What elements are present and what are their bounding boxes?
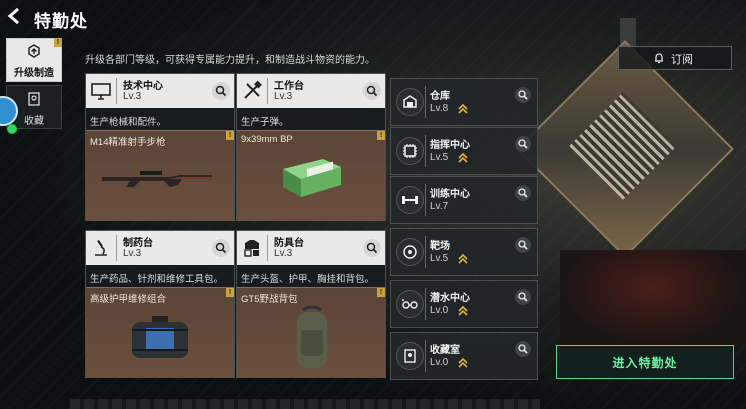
- alert-badge: !: [54, 38, 62, 47]
- card-header: 工作台 Lv.3: [237, 74, 385, 108]
- craft-item-name: 9x39mm BP: [241, 134, 293, 145]
- search-icon[interactable]: [515, 87, 531, 103]
- facility-command-center[interactable]: 指挥中心 Lv.5: [390, 127, 538, 175]
- facility-level: Lv.7: [430, 201, 449, 212]
- repair-kit-image: [132, 316, 188, 358]
- page-description: 升级各部门等级，可获得专属能力提升，和制造战斗物资的能力。: [85, 55, 375, 66]
- trophy-icon: [396, 342, 424, 370]
- alert-badge: !: [226, 131, 234, 140]
- craft-item-slot[interactable]: GT5野战背包 !: [237, 287, 385, 378]
- card-description: 生产枪械和配件。: [90, 117, 167, 128]
- search-icon[interactable]: [212, 239, 230, 257]
- facility-shooting-range[interactable]: 靶场 Lv.5: [390, 228, 538, 276]
- header: 特勤处: [0, 0, 746, 34]
- craft-item-name: GT5野战背包: [241, 294, 298, 305]
- tab-upgrade[interactable]: 升级制造 !: [6, 38, 62, 82]
- page-title: 特勤处: [34, 12, 88, 31]
- upgrade-arrow-icon: [458, 152, 468, 164]
- card-pharmacy[interactable]: 制药台 Lv.3 生产药品、针剂和维修工具包。 高级护甲维修组合 !: [85, 230, 235, 378]
- alert-badge: !: [377, 288, 385, 297]
- search-icon[interactable]: [363, 82, 381, 100]
- footer-decoration: [70, 399, 540, 409]
- backpack-image: [297, 305, 327, 368]
- card-header: 防具台 Lv.3: [237, 231, 385, 265]
- scene-floor-glow: [560, 250, 746, 345]
- online-status-dot: [7, 124, 17, 134]
- card-name: 技术中心: [123, 81, 163, 92]
- upgrade-arrow-icon: [458, 357, 468, 369]
- back-arrow-icon[interactable]: [6, 7, 24, 27]
- card-description: 生产药品、针剂和维修工具包。: [90, 274, 224, 285]
- search-icon[interactable]: [515, 237, 531, 253]
- warehouse-icon: [396, 88, 424, 116]
- alert-badge: !: [377, 131, 385, 140]
- search-icon[interactable]: [363, 239, 381, 257]
- facility-name: 仓库: [430, 91, 450, 102]
- chip-icon: [396, 137, 424, 165]
- facility-collection-room[interactable]: 收藏室 Lv.0: [390, 332, 538, 380]
- card-description: 生产头盔、护甲、胸挂和背包。: [241, 274, 375, 285]
- craft-item-name: M14精准射手步枪: [90, 137, 166, 148]
- facility-level: Lv.0: [430, 357, 449, 368]
- card-description: 生产子弹。: [241, 117, 289, 128]
- facility-level: Lv.8: [430, 103, 449, 114]
- card-workbench[interactable]: 工作台 Lv.3 生产子弹。 9x39mm BP !: [236, 73, 386, 221]
- enter-special-ops-button[interactable]: 进入特勤处: [556, 345, 734, 379]
- target-icon: [396, 238, 424, 266]
- enter-button-label: 进入特勤处: [612, 356, 678, 370]
- facility-training-center[interactable]: 训练中心 Lv.7: [390, 176, 538, 224]
- facility-name: 训练中心: [430, 189, 470, 200]
- rifle-image: [102, 171, 212, 187]
- bell-icon: [653, 52, 665, 64]
- search-icon[interactable]: [515, 341, 531, 357]
- facility-diving-center[interactable]: 潜水中心 Lv.0: [390, 280, 538, 328]
- subscribe-label: 订阅: [671, 54, 693, 66]
- card-name: 防具台: [274, 238, 304, 249]
- monitor-icon: [90, 80, 112, 102]
- facility-level: Lv.0: [430, 305, 449, 316]
- upgrade-icon: [27, 44, 41, 58]
- search-icon[interactable]: [515, 185, 531, 201]
- craft-item-slot[interactable]: M14精准射手步枪 !: [86, 130, 234, 221]
- card-level: Lv.3: [274, 91, 293, 102]
- facility-name: 潜水中心: [430, 293, 470, 304]
- card-name: 工作台: [274, 81, 304, 92]
- upgrade-arrow-icon: [458, 253, 468, 265]
- card-header: 制药台 Lv.3: [86, 231, 234, 265]
- search-icon[interactable]: [212, 82, 230, 100]
- facility-name: 靶场: [430, 241, 450, 252]
- dumbbell-icon: [396, 186, 424, 214]
- card-header: 技术中心 Lv.3: [86, 74, 234, 108]
- ammo-box-image: [283, 159, 341, 197]
- microscope-icon: [90, 237, 112, 259]
- facility-name: 指挥中心: [430, 140, 470, 151]
- bookmark-icon: [27, 92, 41, 106]
- card-level: Lv.3: [274, 248, 293, 259]
- tab-label: 升级制造: [14, 68, 54, 79]
- craft-item-name: 高级护甲维修组合: [90, 294, 167, 305]
- armor-icon: [241, 237, 263, 259]
- upgrade-arrow-icon: [458, 305, 468, 317]
- upgrade-arrow-icon: [458, 103, 468, 115]
- subscribe-button[interactable]: 订阅: [618, 46, 732, 70]
- facility-level: Lv.5: [430, 253, 449, 264]
- facility-level: Lv.5: [430, 152, 449, 163]
- tools-icon: [241, 80, 263, 102]
- card-level: Lv.3: [123, 248, 142, 259]
- craft-item-slot[interactable]: 9x39mm BP !: [237, 130, 385, 221]
- craft-item-slot[interactable]: 高级护甲维修组合 !: [86, 287, 234, 378]
- facility-warehouse[interactable]: 仓库 Lv.8: [390, 78, 538, 126]
- card-armor-bench[interactable]: 防具台 Lv.3 生产头盔、护甲、胸挂和背包。 GT5野战背包 !: [236, 230, 386, 378]
- search-icon[interactable]: [515, 136, 531, 152]
- card-level: Lv.3: [123, 91, 142, 102]
- search-icon[interactable]: [515, 289, 531, 305]
- diving-icon: [396, 290, 424, 318]
- alert-badge: !: [226, 288, 234, 297]
- facility-name: 收藏室: [430, 345, 460, 356]
- card-name: 制药台: [123, 238, 153, 249]
- card-tech-center[interactable]: 技术中心 Lv.3 生产枪械和配件。 M14精准射手步枪 !: [85, 73, 235, 221]
